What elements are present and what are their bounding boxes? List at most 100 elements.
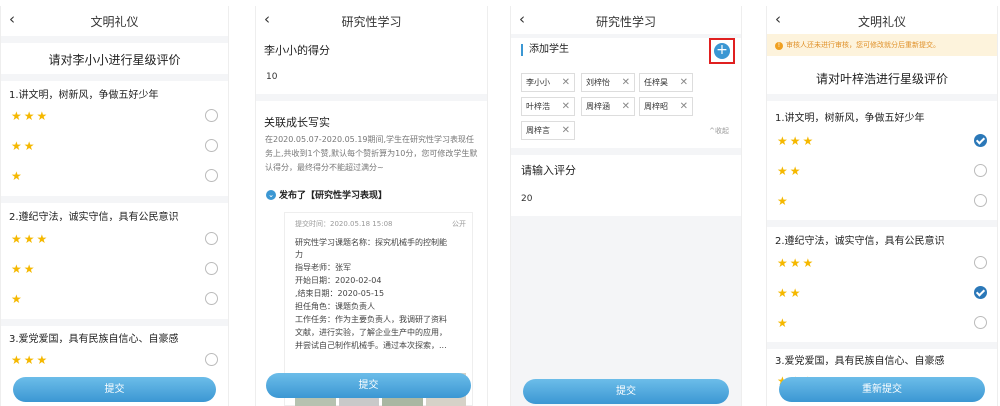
page-title: 文明礼仪 xyxy=(90,15,139,29)
collapse-toggle[interactable]: ^收起 xyxy=(709,126,729,136)
radio-button[interactable] xyxy=(974,316,987,329)
star-icon: ★★ xyxy=(777,164,803,178)
radio-button-checked[interactable] xyxy=(974,286,987,299)
close-icon[interactable]: ✕ xyxy=(680,74,688,91)
divider xyxy=(1,319,228,326)
notice-text: 审核人还未进行审核，您可修改就分后重新提交。 xyxy=(786,41,940,49)
rating-option[interactable]: ★★ xyxy=(1,256,228,286)
student-chip: 周梓言 ✕ xyxy=(521,121,575,140)
close-icon[interactable]: ✕ xyxy=(680,98,688,115)
score-label: 请输入评分 xyxy=(521,164,576,177)
page-title: 研究性学习 xyxy=(595,15,656,29)
star-icon: ★ xyxy=(777,194,790,208)
submit-button[interactable]: 提交 xyxy=(266,373,471,398)
divider xyxy=(256,94,487,101)
student-name: 周梓昭 xyxy=(644,102,668,111)
rating-option[interactable]: ★ xyxy=(1,163,228,193)
empty-area xyxy=(511,216,741,406)
radio-button[interactable] xyxy=(205,292,218,305)
rating-option[interactable]: ★★★ xyxy=(767,250,997,280)
link-title: 关联成长写实 xyxy=(264,116,330,129)
divider xyxy=(511,34,741,38)
rating-option[interactable]: ★★ xyxy=(767,280,997,310)
rating-option[interactable]: ★ xyxy=(1,286,228,316)
visibility-label: 公开 xyxy=(452,220,466,228)
star-icon: ★★ xyxy=(11,262,37,276)
score-input[interactable]: 20 xyxy=(521,194,532,204)
star-icon: ★ xyxy=(11,292,24,306)
divider xyxy=(1,36,228,43)
radio-button[interactable] xyxy=(205,232,218,245)
page-title: 文明礼仪 xyxy=(857,15,906,29)
radio-button[interactable] xyxy=(974,194,987,207)
student-name: 刘梓怡 xyxy=(586,78,610,87)
divider xyxy=(767,342,997,349)
close-icon[interactable]: ✕ xyxy=(562,98,570,115)
card-line: 指导老师：张军 xyxy=(295,263,351,272)
student-name: 李小小 xyxy=(526,78,550,87)
star-icon: ★★★ xyxy=(777,256,816,270)
question-title: 2.遵纪守法，诚实守信，具有公民意识 xyxy=(775,236,945,247)
question-title: 3.爱党爱国，具有民族自信心、自豪感 xyxy=(9,334,179,345)
card-line: 研究性学习课题名称：探究机械手的控制能 xyxy=(295,238,447,247)
card-line: 力 xyxy=(295,250,303,259)
close-icon[interactable]: ✕ xyxy=(562,122,570,139)
top-bar: ‹ 文明礼仪 xyxy=(1,6,228,36)
rating-option[interactable]: ★★★ xyxy=(1,103,228,133)
plus-circle-icon[interactable]: + xyxy=(714,43,730,59)
star-icon: ★★★ xyxy=(777,134,816,148)
radio-button-checked[interactable] xyxy=(974,134,987,147)
radio-button[interactable] xyxy=(974,164,987,177)
star-icon: ★★ xyxy=(11,139,37,153)
close-icon[interactable]: ✕ xyxy=(622,74,630,91)
submit-button[interactable]: 提交 xyxy=(523,379,729,404)
score-input[interactable]: 10 xyxy=(266,72,277,82)
rating-option[interactable]: ★★ xyxy=(1,133,228,163)
rating-option[interactable]: ★ xyxy=(767,188,997,218)
warning-icon: ! xyxy=(775,42,783,50)
radio-button[interactable] xyxy=(974,256,987,269)
rating-option[interactable]: ★★★ xyxy=(1,226,228,256)
radio-button[interactable] xyxy=(205,139,218,152)
question-title: 3.爱党爱国，具有民族自信心、自豪感 xyxy=(775,356,945,367)
chevron-down-icon: ⌄ xyxy=(266,190,276,200)
radio-button[interactable] xyxy=(205,262,218,275)
student-name: 叶梓浩 xyxy=(526,102,550,111)
radio-button[interactable] xyxy=(205,169,218,182)
close-icon[interactable]: ✕ xyxy=(622,98,630,115)
card-line: 工作任务：作为主要负责人，我调研了资料 xyxy=(295,315,447,324)
student-name: 周梓涵 xyxy=(586,102,610,111)
add-students-panel: ‹ 研究性学习 添加学生 + 李小小 ✕ 刘梓怡 ✕ 任梓昊 ✕ 叶梓浩 ✕ 周梓涵 ✕ … xyxy=(510,6,742,406)
student-chip: 刘梓怡 ✕ xyxy=(581,73,635,92)
publish-text: 发布了【研究性学习表现】 xyxy=(279,191,388,201)
radio-button[interactable] xyxy=(205,109,218,122)
star-icon: ★★★ xyxy=(11,353,50,367)
star-icon: ★★★ xyxy=(11,109,50,123)
divider xyxy=(511,148,741,155)
student-chip: 叶梓浩 ✕ xyxy=(521,97,575,116)
question-title: 1.讲文明，树新风，争做五好少年 xyxy=(9,90,159,101)
student-chip: 周梓涵 ✕ xyxy=(581,97,635,116)
student-chip: 李小小 ✕ xyxy=(521,73,575,92)
question-title: 2.遵纪守法，诚实守信，具有公民意识 xyxy=(9,212,179,223)
rating-option[interactable]: ★★ xyxy=(767,158,997,188)
page-title: 研究性学习 xyxy=(341,15,402,29)
rating-heading: 请对叶梓浩进行星级评价 xyxy=(815,72,948,86)
card-line: 开始日期：2020-02-04 xyxy=(295,276,382,285)
resubmit-button[interactable]: 重新提交 xyxy=(779,377,985,402)
top-bar: ‹ 研究性学习 xyxy=(511,6,741,36)
submit-button[interactable]: 提交 xyxy=(13,377,216,402)
star-icon: ★ xyxy=(11,169,24,183)
rating-option[interactable]: ★★★ xyxy=(1,347,228,377)
student-chip: 任梓昊 ✕ xyxy=(639,73,693,92)
publish-entry: ⌄ 发布了【研究性学习表现】 xyxy=(266,188,387,201)
score-description: 在2020.05.07-2020.05.19期间,学生在研究性学习表现任务上,共… xyxy=(265,135,478,172)
card-line: 担任角色：课题负责人 xyxy=(295,302,375,311)
rating-option[interactable]: ★★★ xyxy=(767,128,997,158)
rating-panel-li-xiaoxiao: ‹ 文明礼仪 请对李小小进行星级评价 1.讲文明，树新风，争做五好少年 ★★★ … xyxy=(0,6,229,406)
radio-button[interactable] xyxy=(205,353,218,366)
close-icon[interactable]: ✕ xyxy=(562,74,570,91)
star-icon: ★ xyxy=(777,316,790,330)
rating-option[interactable]: ★ xyxy=(767,310,997,340)
star-icon: ★★ xyxy=(777,286,803,300)
